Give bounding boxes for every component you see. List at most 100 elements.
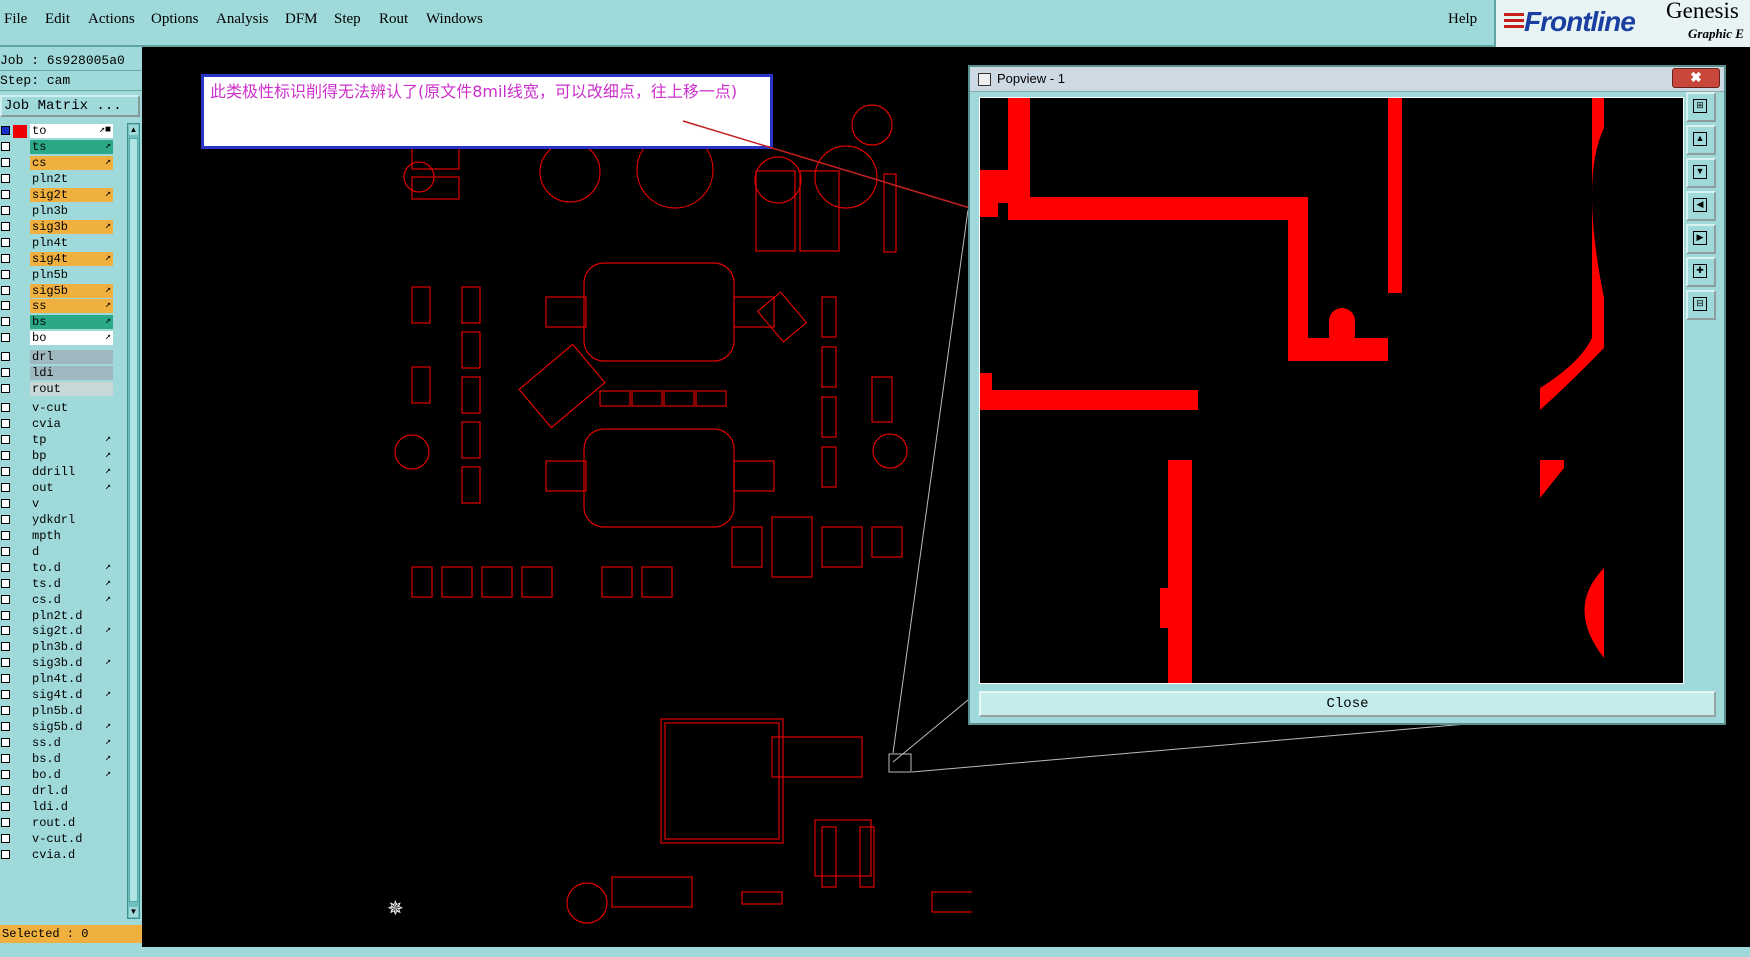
layer-row[interactable]: cs.d ↗ — [0, 592, 115, 608]
layer-row[interactable]: to.d ↗ — [0, 560, 115, 576]
layer-name[interactable]: pln3b — [30, 203, 113, 218]
layer-checkbox[interactable] — [1, 352, 10, 362]
layer-name[interactable]: bo ↗ — [30, 331, 113, 346]
layer-checkbox[interactable] — [1, 626, 10, 636]
layer-name[interactable]: sig3b.d ↗ — [30, 656, 113, 671]
layer-name[interactable]: ts ↗ — [30, 139, 113, 154]
layer-row[interactable]: drl — [0, 350, 115, 365]
layer-name[interactable]: cs.d ↗ — [30, 592, 113, 607]
layer-checkbox[interactable] — [1, 801, 10, 811]
layer-row[interactable]: ldi — [0, 366, 115, 381]
layer-row[interactable]: mpth — [0, 528, 115, 544]
layer-checkbox[interactable] — [1, 706, 10, 716]
layer-row[interactable]: pln4t.d — [0, 672, 115, 687]
layer-scrollbar[interactable]: ▲ ▼ — [127, 123, 140, 919]
layer-row[interactable]: pln4t — [0, 235, 115, 251]
layer-checkbox[interactable] — [1, 817, 10, 827]
layer-name[interactable]: pln2t.d — [30, 608, 113, 623]
layer-name[interactable]: rout — [30, 382, 113, 397]
layer-name[interactable]: mpth — [30, 528, 113, 543]
layer-name[interactable]: d — [30, 544, 113, 559]
layer-name[interactable]: cvia — [30, 417, 113, 432]
layer-name[interactable]: out ↗ — [30, 480, 113, 495]
layer-row[interactable]: pln5b.d — [0, 704, 115, 719]
layer-checkbox[interactable] — [1, 658, 10, 668]
layer-name[interactable]: v-cut — [30, 401, 113, 416]
layer-checkbox[interactable] — [1, 189, 10, 199]
popview-canvas[interactable] — [979, 97, 1684, 684]
menu-rout[interactable]: Rout — [379, 11, 408, 28]
popview-titlebar[interactable]: Popview - 1 ✖ — [970, 67, 1724, 92]
layer-checkbox[interactable] — [1, 674, 10, 684]
layer-row[interactable]: ss.d ↗ — [0, 736, 115, 751]
menu-help[interactable]: Help — [1448, 11, 1477, 28]
layer-checkbox[interactable] — [1, 317, 10, 327]
layer-name[interactable]: v — [30, 496, 113, 511]
layer-name[interactable]: sig3b ↗ — [30, 219, 113, 234]
layer-checkbox[interactable] — [1, 514, 10, 524]
layer-name[interactable]: sig5b ↗ — [30, 283, 113, 298]
board-canvas[interactable] — [142, 47, 972, 947]
layer-name[interactable]: pln5b.d — [30, 704, 113, 719]
layer-checkbox[interactable] — [1, 419, 10, 429]
layer-name[interactable]: v-cut.d — [30, 831, 113, 846]
layer-checkbox[interactable] — [1, 173, 10, 183]
layer-name[interactable]: pln5b — [30, 267, 113, 282]
layer-name[interactable]: ss.d ↗ — [30, 736, 113, 751]
layer-row[interactable]: v — [0, 496, 115, 512]
layer-checkbox[interactable] — [1, 530, 10, 540]
layer-name[interactable]: sig2t.d ↗ — [30, 624, 113, 639]
layer-checkbox[interactable] — [1, 269, 10, 279]
layer-name[interactable]: ddrill ↗ — [30, 464, 113, 479]
window-close-button[interactable]: ✖ — [1672, 68, 1720, 88]
layer-row[interactable]: sig2t.d ↗ — [0, 624, 115, 639]
layer-row[interactable]: pln3b.d — [0, 640, 115, 655]
layer-row[interactable]: cs ↗ — [0, 155, 115, 171]
layer-row[interactable]: v-cut — [0, 401, 115, 416]
layer-name[interactable]: pln4t.d — [30, 672, 113, 687]
layer-checkbox[interactable] — [1, 849, 10, 859]
menu-windows[interactable]: Windows — [426, 11, 483, 28]
layer-checkbox[interactable] — [1, 546, 10, 556]
layer-name[interactable]: tp ↗ — [30, 433, 113, 448]
layer-checkbox[interactable] — [1, 690, 10, 700]
layer-row[interactable]: ddrill ↗ — [0, 464, 115, 480]
layer-checkbox[interactable] — [1, 403, 10, 413]
layer-row[interactable]: bs ↗ — [0, 315, 115, 330]
layer-name[interactable]: pln3b.d — [30, 640, 113, 655]
layer-row[interactable]: sig3b.d ↗ — [0, 656, 115, 671]
layer-name[interactable]: cvia.d — [30, 847, 113, 862]
layer-row[interactable]: rout.d — [0, 815, 115, 831]
layer-row[interactable]: sig5b ↗ — [0, 283, 115, 299]
zoom-fit-button[interactable]: ✚ — [1686, 257, 1716, 287]
layer-row[interactable]: sig4t.d ↗ — [0, 688, 115, 703]
layer-checkbox[interactable] — [1, 562, 10, 572]
layer-checkbox[interactable] — [1, 738, 10, 748]
layer-row[interactable]: rout — [0, 382, 115, 397]
layer-checkbox[interactable] — [1, 237, 10, 247]
layer-checkbox[interactable] — [1, 141, 10, 151]
scroll-up-icon[interactable]: ▲ — [129, 125, 138, 135]
layer-name[interactable]: pln2t — [30, 171, 113, 186]
layer-row[interactable]: to ↗■ — [0, 124, 115, 139]
pan-down-button[interactable]: ▼ — [1686, 158, 1716, 188]
zoom-out-button[interactable]: ⊟ — [1686, 290, 1716, 320]
layer-name[interactable]: ts.d ↗ — [30, 576, 113, 591]
layer-name[interactable]: bp ↗ — [30, 449, 113, 463]
layer-name[interactable]: to ↗■ — [30, 124, 113, 138]
layer-row[interactable]: ydkdrl — [0, 512, 115, 528]
layer-checkbox[interactable] — [1, 785, 10, 795]
layer-checkbox[interactable] — [1, 482, 10, 492]
scroll-thumb[interactable] — [129, 138, 138, 902]
layer-row[interactable]: out ↗ — [0, 480, 115, 496]
layer-name[interactable]: to.d ↗ — [30, 560, 113, 575]
layer-row[interactable]: ldi.d — [0, 799, 115, 815]
layer-row[interactable]: bo.d ↗ — [0, 768, 115, 783]
layer-checkbox[interactable] — [1, 368, 10, 378]
layer-checkbox[interactable] — [1, 301, 10, 311]
layer-row[interactable]: pln2t.d — [0, 608, 115, 624]
menu-file[interactable]: File — [4, 11, 27, 28]
pan-left-button[interactable]: ◀ — [1686, 191, 1716, 221]
layer-checkbox[interactable] — [1, 466, 10, 476]
layer-name[interactable]: cs ↗ — [30, 155, 113, 170]
